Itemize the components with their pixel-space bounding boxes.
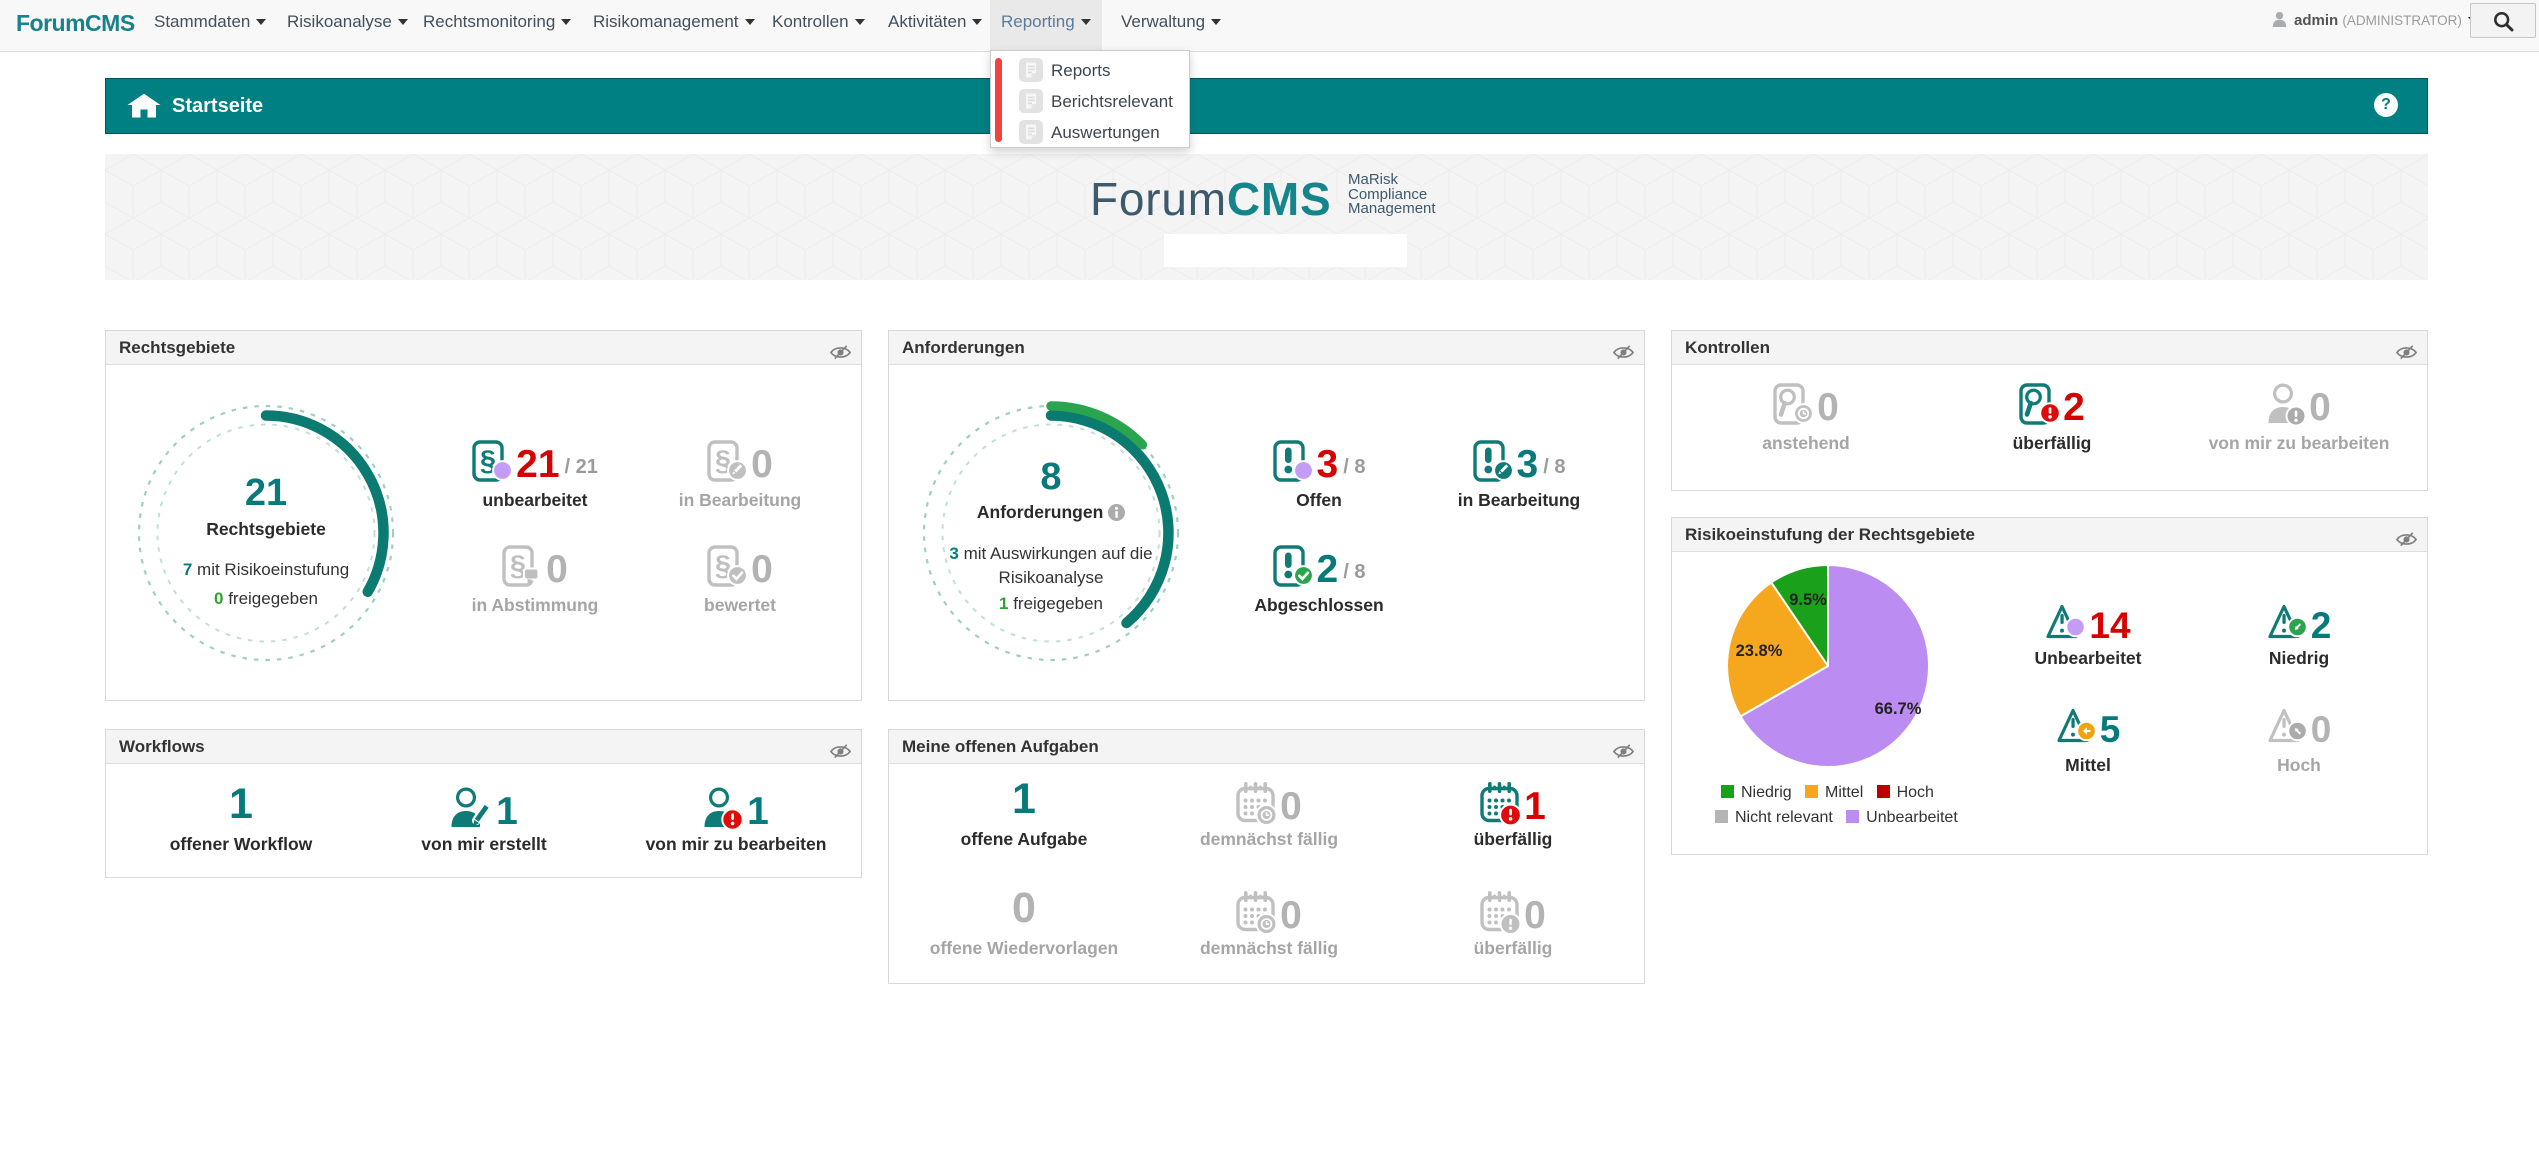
svg-text:9.5%: 9.5% (1789, 591, 1827, 609)
svg-text:66.7%: 66.7% (1875, 700, 1922, 718)
svg-text:23.8%: 23.8% (1736, 642, 1783, 660)
